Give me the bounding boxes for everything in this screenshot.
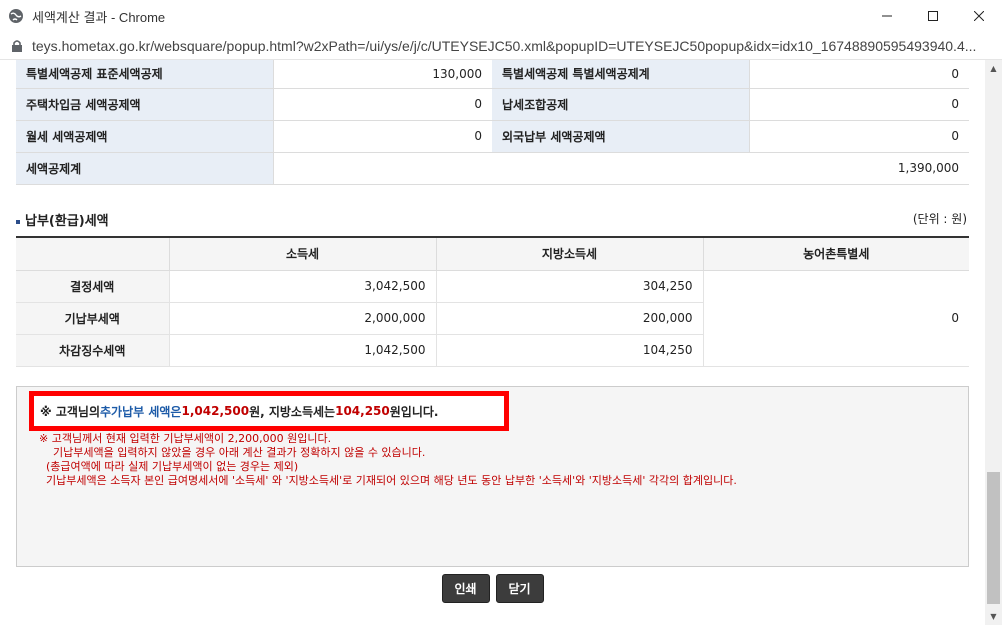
row-value: 0: [272, 120, 492, 153]
note-line: 기납부세액을 입력하지 않았을 경우 아래 계산 결과가 정확하지 않을 수 있…: [39, 446, 426, 459]
row-label: 주택차입금 세액공제액: [16, 88, 273, 121]
scroll-down-icon[interactable]: ▼: [985, 608, 1002, 625]
summary-additional-label: 추가납부 세액은: [100, 404, 182, 419]
header-rural-tax: 농어촌특별세: [702, 237, 969, 271]
summary-local-label: 원, 지방소득세는: [249, 404, 336, 419]
table-row: 세액공제계 1,390,000: [16, 152, 969, 185]
rural-tax-value: 0: [702, 270, 969, 367]
summary-prefix: ※ 고객님의: [40, 404, 101, 419]
row-label: 기납부세액: [16, 302, 169, 335]
table-row: 월세 세액공제액 0 외국납부 세액공제액 0: [16, 120, 969, 153]
url-text: teys.hometax.go.kr/websquare/popup.html?…: [32, 37, 977, 54]
row-label: 납세조합공제: [492, 88, 749, 121]
row-value: 0: [748, 120, 969, 153]
row-label: 외국납부 세액공제액: [492, 120, 749, 153]
maximize-icon: [928, 11, 938, 21]
income-tax-value: 2,000,000: [168, 302, 436, 335]
scroll-up-icon[interactable]: ▲: [985, 60, 1002, 77]
table-header-row: 소득세 지방소득세 농어촌특별세: [16, 237, 969, 271]
window-titlebar: 세액계산 결과 - Chrome: [0, 0, 1002, 32]
table-row: 특별세액공제 표준세액공제 130,000 특별세액공제 특별세액공제계 0: [16, 60, 969, 89]
header-income-tax: 소득세: [168, 237, 436, 271]
note-line: 기납부세액은 소득자 본인 급여명세서에 '소득세' 와 '지방소득세'로 기재…: [39, 474, 737, 487]
row-label: 결정세액: [16, 270, 169, 303]
summary-additional-amount: 1,042,500: [181, 404, 250, 418]
button-bar: 인쇄 닫기: [0, 574, 985, 603]
section-title: 납부(환급)세액: [16, 210, 109, 229]
window-title: 세액계산 결과 - Chrome: [32, 9, 166, 25]
notice-panel: ※ 고객님의 추가납부 세액은 1,042,500 원, 지방소득세는 104,…: [16, 386, 969, 567]
print-button[interactable]: 인쇄: [441, 574, 490, 603]
row-label: 세액공제계: [16, 152, 273, 185]
close-button[interactable]: 닫기: [495, 574, 544, 603]
row-label: 특별세액공제 표준세액공제: [16, 60, 273, 89]
income-tax-value: 3,042,500: [168, 270, 436, 303]
header-empty: [16, 237, 169, 271]
close-window-button[interactable]: [956, 0, 1002, 32]
local-tax-value: 200,000: [435, 302, 703, 335]
row-label: 차감징수세액: [16, 334, 169, 367]
notice-notes: ※ 고객님께서 현재 입력한 기납부세액이 2,200,000 원입니다. 기납…: [39, 432, 737, 488]
row-value: 0: [748, 88, 969, 121]
row-label: 특별세액공제 특별세액공제계: [492, 60, 749, 89]
vertical-scrollbar[interactable]: ▲ ▼: [985, 60, 1002, 625]
minimize-button[interactable]: [864, 0, 910, 32]
row-value: 130,000: [272, 60, 492, 89]
row-value: 1,390,000: [272, 152, 969, 185]
lock-icon: [12, 39, 22, 52]
row-value: 0: [748, 60, 969, 89]
section-title-text: 납부(환급)세액: [25, 214, 109, 229]
scroll-thumb[interactable]: [987, 472, 1000, 604]
minimize-icon: [882, 15, 892, 17]
globe-icon: [9, 9, 23, 23]
highlight-summary: ※ 고객님의 추가납부 세액은 1,042,500 원, 지방소득세는 104,…: [29, 391, 509, 431]
table-row: 주택차입금 세액공제액 0 납세조합공제 0: [16, 88, 969, 121]
note-line: ※ 고객님께서 현재 입력한 기납부세액이 2,200,000 원입니다.: [39, 432, 332, 445]
note-line: (총급여액에 따라 실제 기납부세액이 없는 경우는 제외): [39, 460, 299, 473]
local-tax-value: 104,250: [435, 334, 703, 367]
local-tax-value: 304,250: [435, 270, 703, 303]
summary-local-amount: 104,250: [335, 404, 390, 418]
bullet-icon: [16, 219, 20, 224]
maximize-button[interactable]: [910, 0, 956, 32]
row-label: 월세 세액공제액: [16, 120, 273, 153]
deduction-table: 특별세액공제 표준세액공제 130,000 특별세액공제 특별세액공제계 0 주…: [16, 60, 969, 185]
row-value: 0: [272, 88, 492, 121]
tax-table: 소득세 지방소득세 농어촌특별세 결정세액 3,042,500 304,250 …: [16, 236, 969, 367]
header-local-tax: 지방소득세: [435, 237, 703, 271]
popup-content: 특별세액공제 표준세액공제 130,000 특별세액공제 특별세액공제계 0 주…: [0, 60, 985, 625]
address-bar[interactable]: teys.hometax.go.kr/websquare/popup.html?…: [0, 32, 1002, 60]
income-tax-value: 1,042,500: [168, 334, 436, 367]
summary-suffix: 원입니다.: [389, 404, 439, 419]
close-icon: [974, 11, 984, 21]
unit-label: (단위 : 원): [912, 212, 967, 226]
table-row: 결정세액 3,042,500 304,250 0: [16, 270, 969, 367]
